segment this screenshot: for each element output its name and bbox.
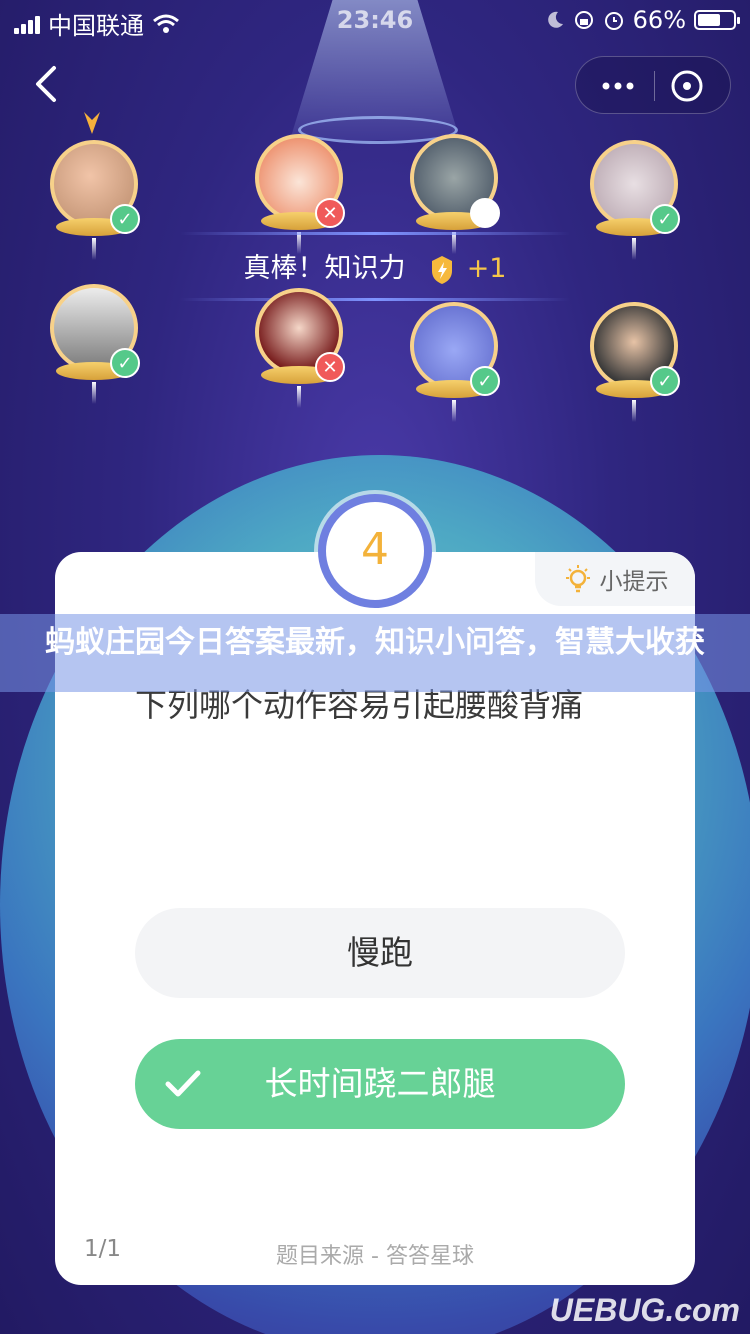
question-number: 4 xyxy=(318,494,432,608)
option-label: 慢跑 xyxy=(347,933,413,972)
correct-badge-icon: ✓ xyxy=(470,366,500,396)
knowledge-bolt-icon xyxy=(432,255,453,284)
battery-icon xyxy=(694,10,740,30)
check-icon xyxy=(165,1070,201,1097)
feedback-line-top xyxy=(180,232,570,235)
hint-label: 小提示 xyxy=(599,569,669,595)
leader-arrow-icon xyxy=(84,112,100,134)
rotation-lock-icon xyxy=(574,11,593,29)
correct-badge-icon: ✓ xyxy=(650,366,680,396)
feedback-text: 真棒！知识力 xyxy=(243,253,406,284)
close-icon[interactable] xyxy=(670,69,704,103)
moon-icon xyxy=(547,11,563,28)
mini-program-capsule xyxy=(575,56,731,114)
hint-button[interactable]: 小提示 xyxy=(535,552,695,606)
avatar-pin xyxy=(632,400,636,422)
back-button[interactable] xyxy=(30,62,70,106)
correct-badge-icon: ✓ xyxy=(110,204,140,234)
more-icon[interactable] xyxy=(598,71,638,101)
player-avatar-6[interactable]: ✕ xyxy=(255,288,351,408)
site-watermark: UEBUG.com xyxy=(549,1292,740,1328)
banner-title: 蚂蚁庄园今日答案最新，知识小问答，智慧大收获 xyxy=(45,625,705,660)
player-avatar-2[interactable]: ✕ xyxy=(255,134,351,254)
option-label: 长时间跷二郎腿 xyxy=(264,1064,496,1103)
capsule-divider xyxy=(654,71,655,101)
feedback-message: 真棒！知识力 +1 xyxy=(0,246,750,285)
player-avatar-3[interactable] xyxy=(410,134,506,254)
answer-option-2-correct[interactable]: 长时间跷二郎腿 xyxy=(135,1039,625,1129)
pending-badge-icon xyxy=(470,198,500,228)
lightbulb-icon xyxy=(565,565,590,593)
bonus-points: +1 xyxy=(466,253,507,284)
player-avatar-7[interactable]: ✓ xyxy=(410,302,506,422)
status-bar: 中国联通 23:46 66% xyxy=(0,0,750,40)
question-source: 题目来源 - 答答星球 xyxy=(276,1244,474,1269)
feedback-line-bottom xyxy=(180,298,570,301)
correct-badge-icon: ✓ xyxy=(110,348,140,378)
wrong-badge-icon: ✕ xyxy=(315,352,345,382)
player-avatar-5[interactable]: ✓ xyxy=(50,284,146,404)
wrong-badge-icon: ✕ xyxy=(315,198,345,228)
player-avatar-8[interactable]: ✓ xyxy=(590,302,686,422)
correct-badge-icon: ✓ xyxy=(650,204,680,234)
avatar-pin xyxy=(297,386,301,408)
player-avatar-4[interactable]: ✓ xyxy=(590,140,686,260)
battery-percent: 66% xyxy=(632,6,686,34)
alarm-icon xyxy=(604,12,623,30)
answer-option-1[interactable]: 慢跑 xyxy=(135,908,625,998)
avatar-pin xyxy=(452,400,456,422)
player-avatar-1[interactable]: ✓ xyxy=(50,140,146,260)
avatar-pin xyxy=(92,382,96,404)
